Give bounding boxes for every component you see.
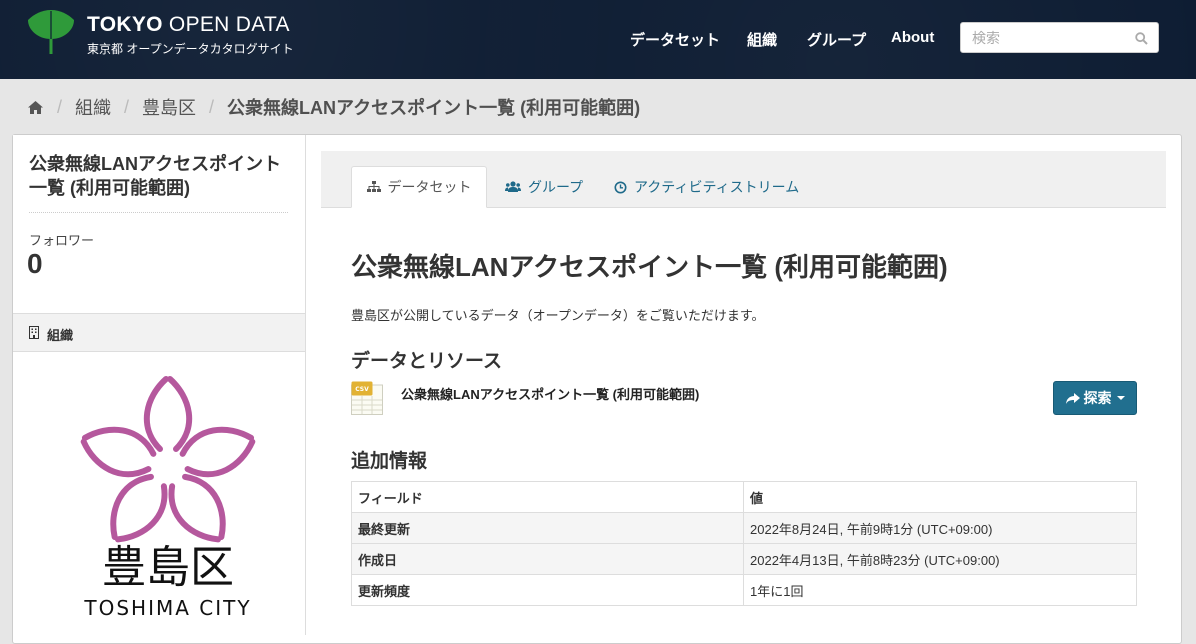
tab-datasets[interactable]: データセット (351, 166, 487, 208)
table-cell-field: 作成日 (351, 543, 744, 575)
tab-activity-stream[interactable]: アクティビティストリーム (614, 166, 799, 208)
search-icon[interactable] (1135, 32, 1148, 45)
nav-datasets[interactable]: データセット (630, 29, 720, 50)
tab-bar: データセット グループ アクティビティストリーム (321, 151, 1166, 208)
masthead: TOKYO OPEN DATA 東京都 オープンデータカタログサイト データセッ… (0, 0, 1196, 79)
tab-groups[interactable]: グループ (505, 166, 583, 208)
site-title[interactable]: TOKYO OPEN DATA (87, 13, 290, 37)
table-cell-value: 1年に1回 (743, 574, 1137, 606)
breadcrumb-organization[interactable]: 豊島区 (142, 94, 196, 120)
sidebar: 公衆無線LANアクセスポイント一覧 (利用可能範囲) フォロワー 0 組織 豊島… (13, 135, 306, 635)
sidebar-org-header: 組織 (13, 313, 305, 352)
follower-count: 0 (27, 248, 43, 279)
nav-groups[interactable]: グループ (807, 29, 866, 50)
dataset-title: 公衆無線LANアクセスポイント一覧 (利用可能範囲) (351, 252, 948, 282)
table-row: 更新頻度 1年に1回 (351, 574, 1137, 606)
table-cell-field: 更新頻度 (351, 574, 744, 606)
clock-icon (614, 181, 627, 193)
table-cell-value: 2022年4月13日, 午前8時23分 (UTC+09:00) (743, 543, 1137, 575)
resource-name[interactable]: 公衆無線LANアクセスポイント一覧 (利用可能範囲) (401, 384, 699, 403)
breadcrumb-separator: / (57, 96, 63, 117)
additional-info-heading: 追加情報 (351, 451, 428, 472)
sitemap-icon (366, 181, 381, 192)
toshima-city-logo[interactable]: 豊島区 TOSHIMA CITY (72, 367, 264, 637)
explore-button[interactable]: 探索 (1053, 381, 1137, 415)
site-subtitle: 東京都 オープンデータカタログサイト (87, 42, 294, 56)
sidebar-dataset-title: 公衆無線LANアクセスポイント一覧 (利用可能範囲) (29, 154, 282, 198)
tab-groups-label: グループ (528, 179, 584, 195)
divider (29, 212, 288, 213)
org-logo-name-ja: 豊島区 (102, 542, 234, 593)
breadcrumb-separator: / (124, 96, 130, 117)
table-cell-field: 最終更新 (351, 512, 744, 544)
org-logo-name-en: TOSHIMA CITY (83, 596, 251, 620)
tab-activity-label: アクティビティストリーム (634, 179, 800, 195)
tab-datasets-label: データセット (387, 179, 472, 195)
breadcrumb-organizations[interactable]: 組織 (75, 94, 111, 120)
breadcrumb-current[interactable]: 公衆無線LANアクセスポイント一覧 (利用可能範囲) (227, 94, 640, 120)
building-icon (29, 326, 39, 339)
home-icon[interactable] (27, 100, 44, 115)
breadcrumb-separator: / (209, 96, 215, 117)
explore-label: 探索 (1083, 390, 1112, 406)
search-box (960, 22, 1159, 53)
table-row: 最終更新 2022年8月24日, 午前9時1分 (UTC+09:00) (351, 512, 1137, 544)
dataset-content: 公衆無線LANアクセスポイント一覧 (利用可能範囲) 豊島区が公開しているデータ… (321, 208, 1166, 638)
column-header-field: フィールド (351, 481, 744, 513)
column-header-value: 値 (743, 481, 1137, 513)
nav-organizations[interactable]: 組織 (747, 29, 777, 50)
resources-heading: データとリソース (351, 351, 503, 372)
caret-down-icon (1116, 396, 1125, 400)
csv-format-label: CSV (355, 386, 369, 393)
sidebar-org-label: 組織 (47, 328, 74, 343)
csv-file-icon[interactable]: CSV (351, 381, 383, 415)
follower-label: フォロワー (29, 233, 95, 248)
breadcrumb: / 組織 / 豊島区 / 公衆無線LANアクセスポイント一覧 (利用可能範囲) (27, 95, 640, 119)
table-row: 作成日 2022年4月13日, 午前8時23分 (UTC+09:00) (351, 543, 1137, 575)
additional-info-table: フィールド 値 最終更新 2022年8月24日, 午前9時1分 (UTC+09:… (351, 481, 1137, 606)
dataset-notes: 豊島区が公開しているデータ（オープンデータ）をご覧いただけます。 (351, 308, 765, 323)
nav-about[interactable]: About (891, 29, 934, 46)
table-header-row: フィールド 値 (351, 481, 1137, 513)
users-icon (505, 181, 521, 192)
table-cell-value: 2022年8月24日, 午前9時1分 (UTC+09:00) (743, 512, 1137, 544)
search-input[interactable] (970, 29, 1134, 47)
ginkgo-leaf-icon[interactable] (26, 8, 76, 58)
share-arrow-icon (1065, 392, 1080, 404)
